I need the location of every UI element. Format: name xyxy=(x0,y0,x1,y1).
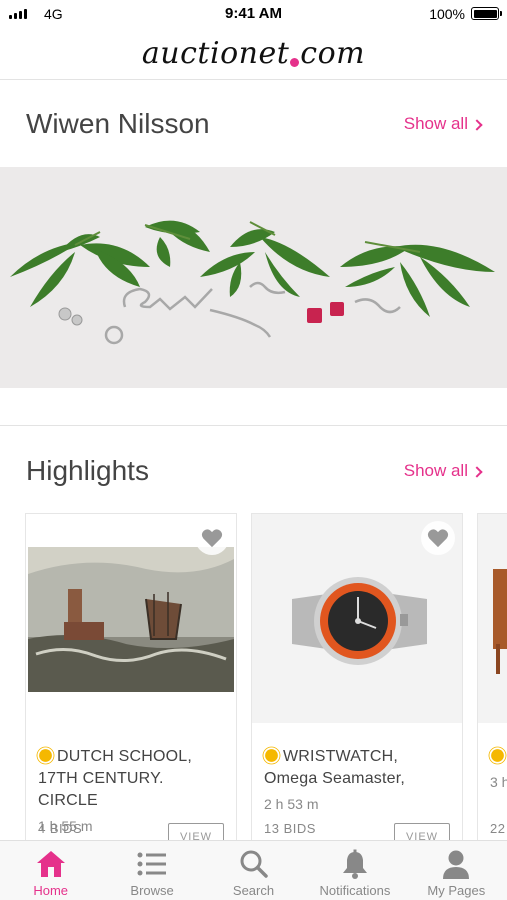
auctionet-logo[interactable]: auctionet com xyxy=(142,36,365,71)
featured-title: Wiwen Nilsson xyxy=(26,108,210,139)
item-image[interactable] xyxy=(26,514,236,723)
item-bids: 22 xyxy=(490,821,506,836)
bell-icon xyxy=(340,848,370,880)
favorite-heart-icon[interactable] xyxy=(195,521,229,555)
highlights-title: Highlights xyxy=(26,455,149,486)
view-button[interactable]: VIEW xyxy=(168,823,224,840)
item-title: DUTCH SCHOOL, 17TH CENTURY. CIRCLE xyxy=(38,748,193,809)
highlights-show-all-link[interactable]: Show all xyxy=(404,461,483,481)
tab-home[interactable]: Home xyxy=(0,841,101,900)
item-bids: 13 BIDS xyxy=(264,821,316,836)
highlight-card[interactable]: WRISTWATCH, Omega Seamaster, 2 h 53 m 13… xyxy=(251,513,463,840)
auction-status-icon xyxy=(491,749,504,762)
logo-dot-icon xyxy=(290,58,300,67)
tab-my-pages[interactable]: My Pages xyxy=(406,841,507,900)
battery-icon xyxy=(471,7,502,20)
battery-percent: 100% xyxy=(429,6,465,22)
item-title: WRISTWATCH, Omega Seamaster, xyxy=(264,748,406,787)
auction-status-icon xyxy=(39,749,52,762)
chevron-right-icon xyxy=(471,118,483,131)
chevron-right-icon xyxy=(471,465,483,478)
tab-browse[interactable]: Browse xyxy=(101,841,202,900)
home-icon xyxy=(35,848,67,880)
auction-status-icon xyxy=(265,749,278,762)
featured-show-all-link[interactable]: Show all xyxy=(404,114,483,134)
item-time-left: 3 h xyxy=(490,774,507,790)
bottom-tab-bar: Home Browse Search Notifications My Page… xyxy=(0,840,507,900)
view-button[interactable]: VIEW xyxy=(394,823,450,840)
item-image[interactable] xyxy=(478,514,507,723)
section-divider xyxy=(0,425,507,426)
favorite-heart-icon[interactable] xyxy=(421,521,455,555)
app-header: auctionet com xyxy=(0,28,507,80)
search-icon xyxy=(238,848,270,880)
highlight-card[interactable]: DUTCH SCHOOL, 17TH CENTURY. CIRCLE 1 h 5… xyxy=(25,513,237,840)
person-icon xyxy=(440,848,472,880)
item-bids: 4 BIDS xyxy=(38,821,83,836)
tab-search[interactable]: Search xyxy=(203,841,304,900)
highlight-card[interactable]: FÅ 3 h 22 xyxy=(477,513,507,840)
featured-section: Wiwen Nilsson Show all xyxy=(0,108,507,140)
featured-banner-image[interactable] xyxy=(0,167,507,388)
item-title: FÅ xyxy=(490,746,507,768)
item-image[interactable] xyxy=(252,514,462,723)
highlights-section: Highlights Show all xyxy=(0,455,507,487)
list-icon xyxy=(136,848,168,880)
status-bar: 4G 9:41 AM 100% xyxy=(0,0,507,28)
highlights-carousel[interactable]: DUTCH SCHOOL, 17TH CENTURY. CIRCLE 1 h 5… xyxy=(25,513,507,840)
item-time-left: 2 h 53 m xyxy=(264,796,319,812)
tab-notifications[interactable]: Notifications xyxy=(304,841,405,900)
